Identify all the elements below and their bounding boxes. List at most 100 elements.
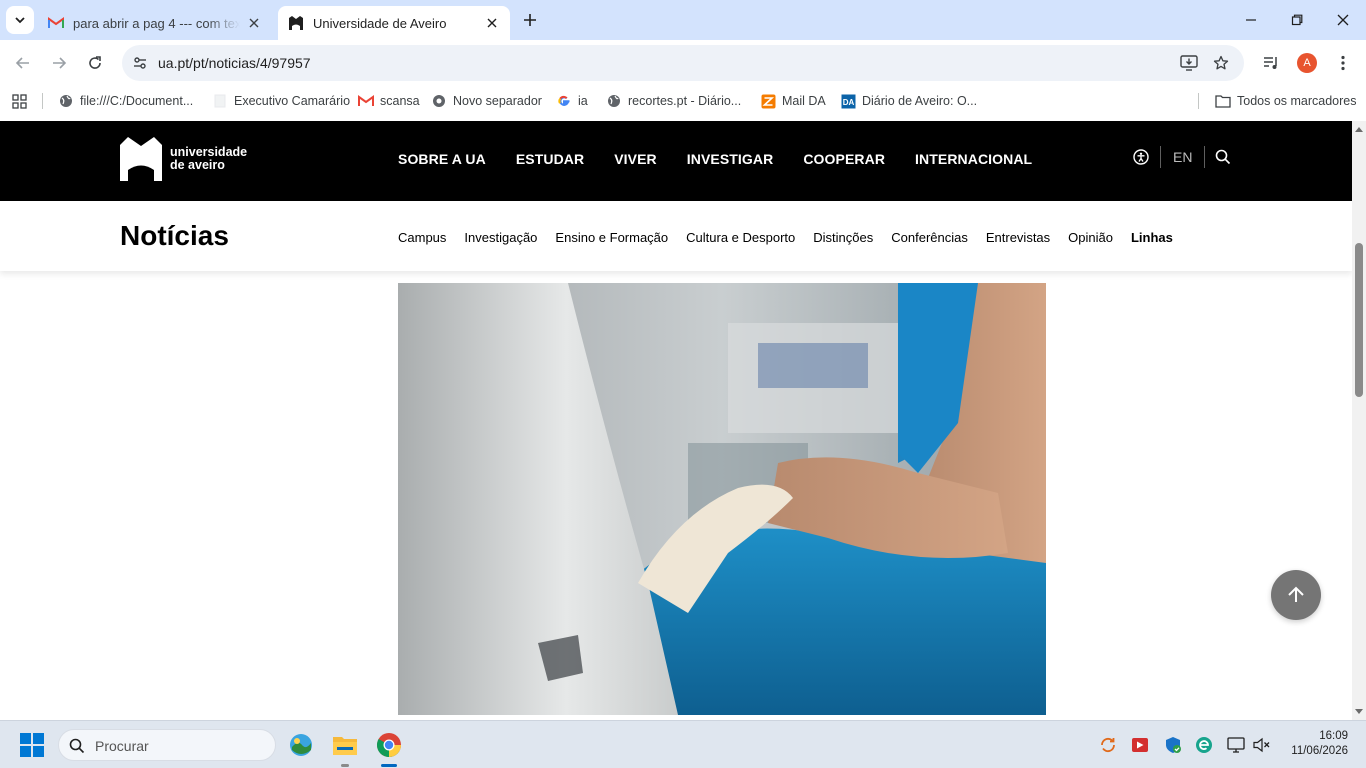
app-active-indicator	[381, 764, 397, 767]
all-bookmarks-folder[interactable]: Todos os marcadores	[1215, 92, 1357, 110]
nav-estudar[interactable]: ESTUDAR	[516, 151, 584, 167]
taskbar-app-widgets[interactable]	[285, 729, 317, 761]
ua-logo-icon	[288, 15, 304, 31]
nav-sobre-a-ua[interactable]: SOBRE A UA	[398, 151, 486, 167]
bookmark-label: scansa	[380, 94, 420, 108]
address-bar[interactable]: ua.pt/pt/noticias/4/97957	[122, 45, 1244, 81]
forward-button[interactable]	[45, 49, 73, 77]
ua-logo[interactable]: universidade de aveiro	[120, 137, 247, 181]
category-conferencias[interactable]: Conferências	[891, 230, 968, 245]
defender-shield-icon[interactable]	[1163, 735, 1183, 755]
article-hero-image	[398, 283, 1046, 715]
site-settings-icon[interactable]	[130, 53, 150, 73]
da-icon: DA	[840, 93, 856, 109]
blank-page-icon	[212, 93, 228, 109]
category-campus[interactable]: Campus	[398, 230, 446, 245]
bookmark-diario-de-aveiro[interactable]: DA Diário de Aveiro: O...	[840, 92, 977, 110]
close-window-button[interactable]	[1320, 0, 1366, 40]
bookmark-ia[interactable]: ia	[556, 92, 588, 110]
profile-avatar[interactable]: A	[1297, 53, 1317, 73]
scrollbar-thumb[interactable]	[1355, 243, 1363, 397]
minimize-button[interactable]	[1228, 0, 1274, 40]
globe-icon	[606, 93, 622, 109]
chrome-menu-button[interactable]	[1331, 51, 1355, 75]
category-investigacao[interactable]: Investigação	[464, 230, 537, 245]
back-to-top-button[interactable]	[1271, 570, 1321, 620]
system-clock[interactable]: 16:09 11/06/2026	[1280, 729, 1348, 759]
windows-taskbar: Procurar 16:09 11/06/2026	[0, 720, 1366, 768]
bookmark-label: Novo separador	[453, 94, 542, 108]
bookmark-label: Mail DA	[782, 94, 826, 108]
windows-logo-icon	[20, 733, 44, 757]
logo-line-2: de aveiro	[170, 158, 225, 172]
url-text: ua.pt/pt/noticias/4/97957	[158, 55, 311, 71]
tab-search-button[interactable]	[6, 6, 34, 34]
news-subheader: Notícias Campus Investigação Ensino e Fo…	[0, 201, 1352, 271]
nav-investigar[interactable]: INVESTIGAR	[687, 151, 774, 167]
gmail-icon	[48, 15, 64, 31]
category-cultura-e-desporto[interactable]: Cultura e Desporto	[686, 230, 795, 245]
svg-text:DA: DA	[842, 98, 854, 107]
divider	[42, 93, 43, 109]
new-tab-button[interactable]	[518, 8, 542, 32]
app-running-indicator	[341, 764, 349, 767]
bookmark-star-icon[interactable]	[1211, 53, 1231, 73]
ua-logo-icon	[120, 137, 162, 181]
sync-icon[interactable]	[1098, 735, 1118, 755]
bookmark-mail-da[interactable]: Mail DA	[760, 92, 826, 110]
nav-viver[interactable]: VIVER	[614, 151, 657, 167]
arrow-up-icon	[1288, 586, 1304, 602]
bookmark-label: Todos os marcadores	[1237, 94, 1357, 108]
restore-button[interactable]	[1274, 0, 1320, 40]
page-scrollbar[interactable]	[1352, 121, 1366, 720]
close-icon[interactable]	[484, 15, 500, 31]
bookmark-recortes[interactable]: recortes.pt - Diário...	[606, 92, 741, 110]
category-linhas[interactable]: Linhas	[1131, 230, 1173, 245]
bookmark-file[interactable]: file:///C:/Document...	[58, 92, 193, 110]
taskbar-app-file-explorer[interactable]	[329, 729, 361, 767]
category-entrevistas[interactable]: Entrevistas	[986, 230, 1050, 245]
apps-grid-icon	[12, 93, 27, 109]
bookmark-scansa[interactable]: scansa	[358, 92, 420, 110]
taskbar-search[interactable]: Procurar	[58, 729, 276, 761]
tab-title: Universidade de Aveiro	[313, 15, 447, 31]
main-navigation: SOBRE A UA ESTUDAR VIVER INVESTIGAR COOP…	[398, 151, 1032, 167]
tab-gmail[interactable]: para abrir a pag 4 --- com texto	[38, 6, 272, 40]
browser-toolbar: ua.pt/pt/noticias/4/97957	[0, 40, 1366, 86]
more-vertical-icon	[1341, 55, 1345, 71]
divider	[1198, 93, 1199, 109]
arrow-left-icon	[15, 57, 29, 69]
category-distincoes[interactable]: Distinções	[813, 230, 873, 245]
tab-title: para abrir a pag 4 --- com texto	[73, 15, 240, 31]
apps-button[interactable]	[12, 92, 27, 110]
scroll-up-icon[interactable]	[1354, 124, 1364, 134]
language-switch[interactable]: EN	[1173, 149, 1192, 165]
media-controls-button[interactable]	[1259, 51, 1283, 75]
category-opiniao[interactable]: Opinião	[1068, 230, 1113, 245]
video-app-icon[interactable]	[1130, 735, 1150, 755]
divider	[1204, 146, 1205, 168]
close-icon[interactable]	[246, 15, 262, 31]
bookmark-label: file:///C:/Document...	[80, 94, 194, 108]
taskbar-app-chrome[interactable]	[373, 729, 405, 767]
globe-icon	[58, 93, 74, 109]
page-title[interactable]: Notícias	[120, 220, 229, 252]
accessibility-icon[interactable]	[1132, 148, 1150, 166]
install-app-icon[interactable]	[1179, 53, 1199, 73]
bookmark-novo-separador[interactable]: Novo separador	[431, 92, 542, 110]
bookmark-label: Diário de Aveiro: O...	[862, 94, 978, 108]
search-icon[interactable]	[1214, 148, 1232, 166]
windows-start-button[interactable]	[20, 733, 44, 757]
nav-internacional[interactable]: INTERNACIONAL	[915, 151, 1032, 167]
back-button[interactable]	[9, 49, 37, 77]
folder-icon	[1215, 93, 1231, 109]
nav-cooperar[interactable]: COOPERAR	[803, 151, 885, 167]
category-ensino-e-formacao[interactable]: Ensino e Formação	[555, 230, 668, 245]
tab-universidade-de-aveiro[interactable]: Universidade de Aveiro	[278, 6, 510, 40]
scroll-down-icon[interactable]	[1354, 707, 1364, 717]
network-display-icon[interactable]	[1226, 735, 1246, 755]
reload-button[interactable]	[81, 49, 109, 77]
volume-muted-icon[interactable]	[1252, 735, 1272, 755]
bookmark-executivo[interactable]: Executivo Camarário	[212, 92, 350, 110]
edge-app-icon[interactable]	[1194, 735, 1214, 755]
